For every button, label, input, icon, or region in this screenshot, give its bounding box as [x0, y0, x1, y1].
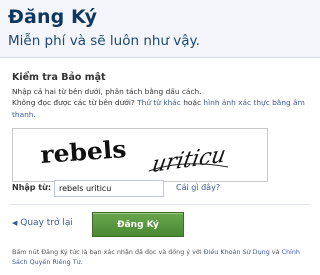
page-subtitle: Miễn phí và sẽ luôn như vậy. [8, 33, 200, 49]
left-triangle-icon: ◀ [12, 219, 18, 227]
signup-submit-button[interactable]: Đăng Ký [92, 212, 184, 237]
captcha-answer-input[interactable] [54, 180, 164, 197]
security-check-section: Kiểm tra Bảo mật Nhập cả hai từ bên dưới… [0, 59, 320, 275]
terms-period: . [80, 258, 83, 267]
captcha-word-2: uriticu [150, 142, 228, 179]
captcha-word-1: rebels [39, 135, 127, 169]
terms-of-use-link[interactable]: Điều Khoản Sử Dụng [204, 248, 270, 256]
cant-read-text: Không đọc được các từ bên dưới? [12, 98, 135, 108]
terms-prefix: Bấm nút Đăng Ký tức là bạn xác nhận đã đ… [12, 248, 202, 256]
captcha-image: rebels uriticu [12, 128, 268, 182]
back-link[interactable]: ◀ Quay trở lại [12, 218, 73, 228]
instruction-text: Nhập cả hai từ bên dưới, phân tách bằng … [12, 87, 202, 96]
signup-header: Đăng Ký Miễn phí và sẽ luôn như vậy. [0, 0, 320, 58]
what-is-this-link[interactable]: Cái gì đây? [176, 183, 220, 192]
captcha-instructions: Nhập cả hai từ bên dưới, phân tách bằng … [12, 86, 308, 120]
or-text: hoặc [183, 98, 202, 108]
divider [10, 204, 310, 205]
terms-notice: Bấm nút Đăng Ký tức là bạn xác nhận đã đ… [12, 247, 312, 268]
try-other-words-link[interactable]: Thử từ khác [137, 98, 181, 107]
back-label: Quay trở lại [20, 218, 73, 228]
page-title: Đăng Ký [8, 6, 98, 28]
captcha-input-label: Nhập từ: [12, 183, 52, 192]
security-check-title: Kiểm tra Bảo mật [12, 72, 106, 83]
period-text: . [33, 109, 36, 119]
terms-and: và [271, 248, 280, 256]
